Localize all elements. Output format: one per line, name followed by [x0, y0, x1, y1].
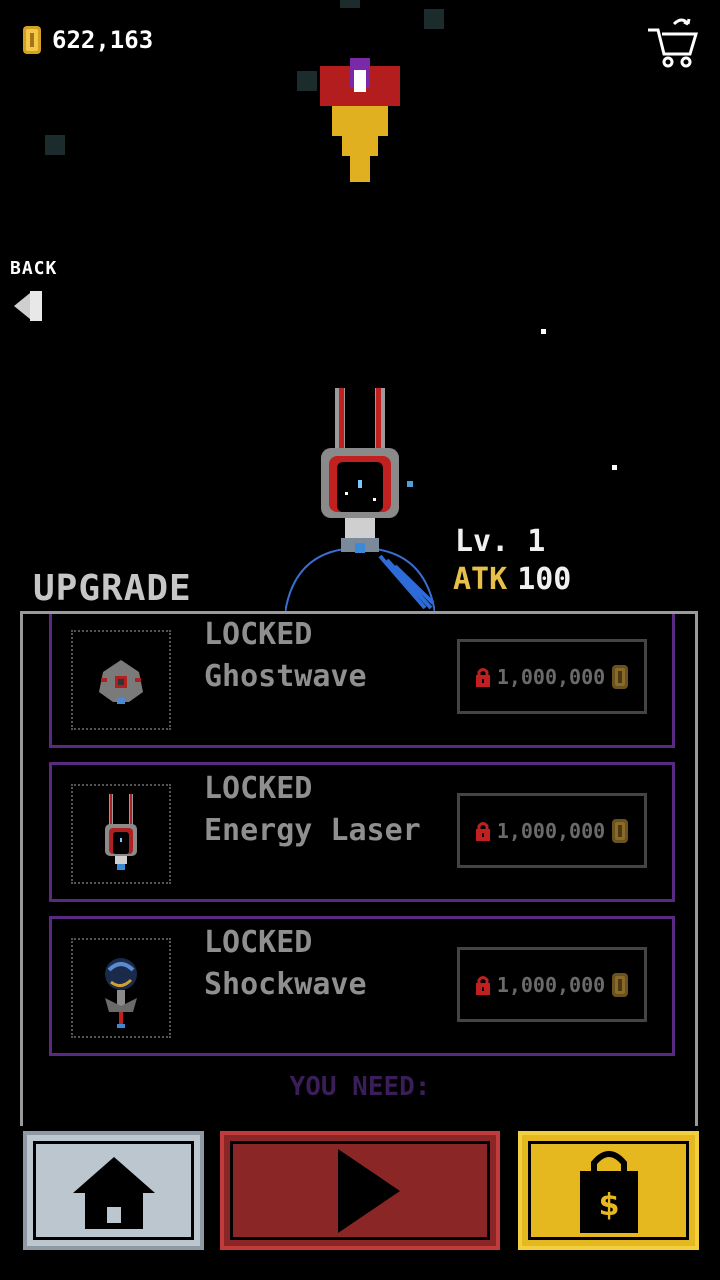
weapon-name: Energy Laser	[204, 813, 421, 848]
svg-text:$: $	[599, 1188, 620, 1223]
home-button[interactable]	[23, 1131, 204, 1250]
atk-value: 100	[517, 562, 572, 597]
player-ship	[285, 388, 435, 613]
shopping-cart-icon[interactable]	[644, 14, 702, 72]
weapon-name: Shockwave	[204, 967, 367, 1002]
gold-coin-icon	[612, 818, 629, 843]
space-debris	[297, 71, 317, 91]
unlock-price-button[interactable]: 1,000,000	[457, 639, 647, 714]
weapon-thumbnail	[71, 630, 171, 730]
weapon-thumbnail	[71, 938, 171, 1038]
gold-coin-icon	[612, 972, 629, 997]
upgrade-title: UPGRADE	[33, 568, 192, 609]
unlock-price-button[interactable]: 1,000,000	[457, 947, 647, 1022]
enemy-ship	[320, 56, 400, 182]
star	[541, 329, 546, 334]
back-label: BACK	[10, 258, 58, 279]
play-icon	[338, 1149, 400, 1233]
atk-label: ATK	[453, 562, 508, 597]
gold-coin-icon	[23, 26, 41, 54]
space-debris	[45, 135, 65, 155]
price-amount: 1,000,000	[496, 664, 606, 689]
back-arrow-icon	[14, 291, 42, 321]
home-icon	[73, 1157, 155, 1229]
lock-icon	[475, 667, 490, 687]
you-need-label: YOU NEED:	[289, 1072, 431, 1102]
attack-stat: ATK 100	[453, 562, 571, 597]
shopping-bag-icon: $	[580, 1151, 638, 1233]
coin-amount: 622,163	[52, 26, 154, 54]
weapon-name: Ghostwave	[204, 659, 367, 694]
lock-status: LOCKED	[204, 617, 313, 652]
price-amount: 1,000,000	[496, 972, 606, 997]
unlock-price-button[interactable]: 1,000,000	[457, 793, 647, 868]
shop-button[interactable]: $	[518, 1131, 699, 1250]
ghostwave-ship-icon	[99, 660, 143, 704]
upgrade-card-shockwave[interactable]: LOCKED Shockwave 1,000,000	[49, 916, 675, 1056]
upgrade-card-ghostwave[interactable]: LOCKED Ghostwave 1,000,000	[49, 614, 675, 748]
space-debris	[424, 9, 444, 29]
back-button[interactable]: BACK	[10, 258, 80, 338]
lock-status: LOCKED	[204, 771, 313, 806]
lock-icon	[475, 821, 490, 841]
shockwave-ship-icon	[105, 958, 137, 1028]
upgrade-panel[interactable]: LOCKED Ghostwave 1,000,000 LOCKED Energy…	[20, 611, 698, 1126]
space-debris	[340, 0, 360, 8]
lock-icon	[475, 975, 490, 995]
energy-laser-ship-icon	[105, 794, 137, 870]
weapon-thumbnail	[71, 784, 171, 884]
ship-level: Lv. 1	[455, 524, 546, 559]
play-button[interactable]	[220, 1131, 500, 1250]
price-amount: 1,000,000	[496, 818, 606, 843]
upgrade-card-energy-laser[interactable]: LOCKED Energy Laser 1,000,000	[49, 762, 675, 902]
coin-counter: 622,163	[20, 24, 153, 56]
gold-coin-icon	[612, 664, 629, 689]
lock-status: LOCKED	[204, 925, 313, 960]
star	[612, 465, 617, 470]
